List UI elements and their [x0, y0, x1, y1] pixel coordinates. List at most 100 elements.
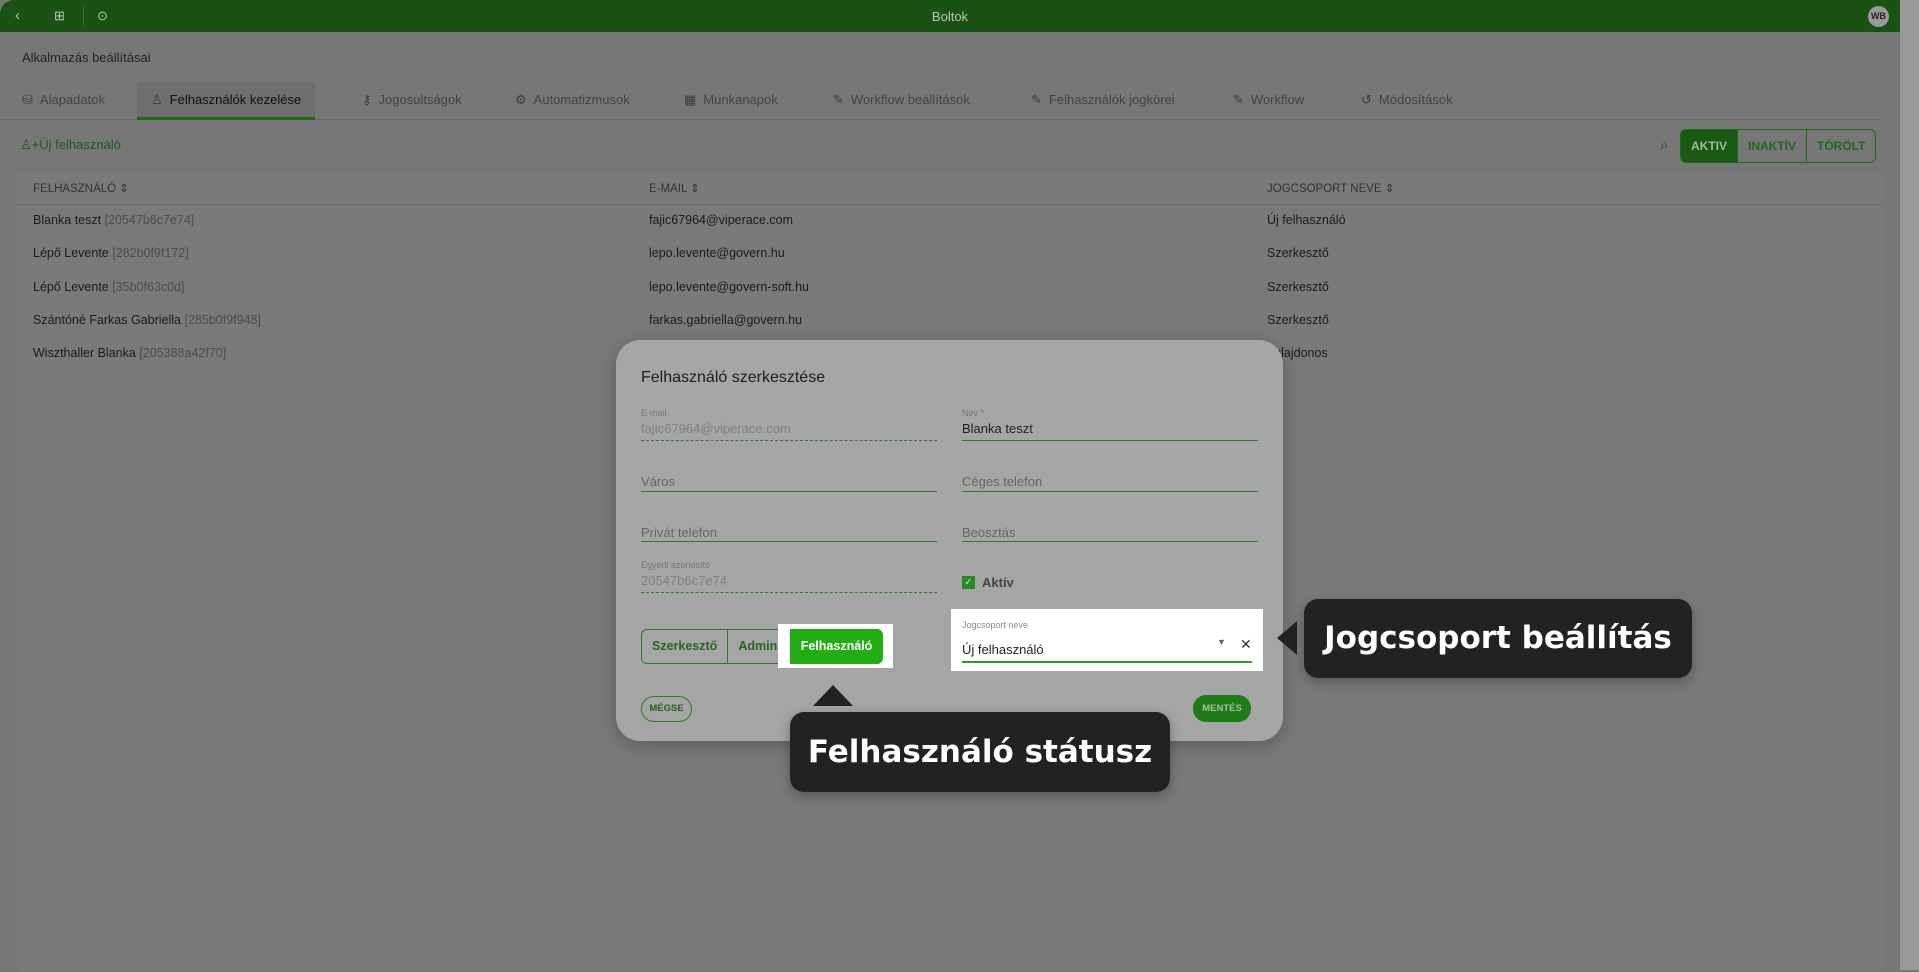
- callout-arrow: [1277, 621, 1297, 655]
- status-felhasznalo-button[interactable]: Felhasználó: [790, 629, 883, 664]
- user-name: Szántóné Farkas Gabriella: [33, 313, 181, 327]
- user-id: [285b0f9f948]: [184, 313, 261, 327]
- header-label: JOGCSOPORT NEVE: [1267, 183, 1382, 195]
- sort-icon: ⇕: [690, 183, 700, 195]
- sort-icon: ⇕: [1384, 183, 1395, 195]
- user-id: [282b0f9f172]: [112, 246, 189, 260]
- cell-email: lepo.levente@govern-soft.hu: [649, 280, 810, 294]
- user-name: Lépő Levente: [33, 280, 109, 294]
- tab-jogosultsagok[interactable]: ⚷ Jogosultságok: [362, 82, 462, 120]
- unique-id-label: Egyedi azonosító: [641, 560, 711, 570]
- user-id: [20547b6c7e74]: [104, 213, 195, 227]
- cell-user: Lépő Levente [35b0f63c0d]: [33, 280, 185, 294]
- cell-group: Szerkesztő: [1267, 280, 1329, 294]
- tab-felhasznalok-jogkorei[interactable]: ✎ Felhasználók jogkörei: [1031, 82, 1175, 120]
- cell-group: Szerkesztő: [1267, 246, 1329, 260]
- tab-label: Jogosultságok: [378, 92, 462, 107]
- dialog-title: Felhasználó szerkesztése: [641, 369, 826, 386]
- city-field[interactable]: Város: [641, 470, 937, 492]
- cell-user: Blanka teszt [20547b6c7e74]: [33, 213, 194, 227]
- unique-id-value: 20547b6c7e74: [641, 573, 728, 588]
- clear-icon[interactable]: ✕: [1240, 636, 1252, 653]
- cell-user: Wiszthaller Blanka [205388a42f70]: [33, 346, 226, 360]
- tab-modositasok[interactable]: ↺ Módosítások: [1361, 82, 1453, 120]
- user-name: Lépő Levente: [33, 246, 109, 260]
- name-label: Név *: [962, 408, 985, 418]
- group-value: Új felhasználó: [962, 642, 1044, 657]
- column-header-group[interactable]: JOGCSOPORT NEVE ⇕: [1267, 181, 1394, 195]
- status-filter: AKTIV INAKTÍV TÖRÖLT: [1680, 129, 1877, 163]
- search-icon[interactable]: ⌕: [1660, 137, 1668, 154]
- cell-user: Lépő Levente [282b0f9f172]: [33, 246, 189, 260]
- tab-label: Workflow: [1250, 92, 1305, 107]
- status-szerkeszto-button[interactable]: Szerkesztő: [642, 630, 729, 663]
- company-phone-field[interactable]: Céges telefon: [962, 470, 1258, 492]
- user-name: Blanka teszt: [33, 213, 102, 227]
- pencil-icon: ✎: [1031, 92, 1042, 107]
- callout-arrow: [813, 685, 853, 706]
- filter-aktiv[interactable]: AKTIV: [1681, 130, 1737, 162]
- cancel-button[interactable]: MÉGSE: [641, 696, 692, 722]
- tab-automatizmusok[interactable]: ⚙ Automatizmusok: [515, 82, 630, 120]
- filter-torolt[interactable]: TÖRÖLT: [1806, 130, 1875, 162]
- private-phone-placeholder: Privát telefon: [641, 525, 717, 540]
- table-row[interactable]: Blanka teszt [20547b6c7e74] fajic67964@v…: [16, 204, 1882, 237]
- tab-workflow[interactable]: ✎ Workflow: [1233, 82, 1304, 120]
- pencil-icon: ✎: [1233, 92, 1244, 107]
- column-header-email[interactable]: E-MAIL ⇕: [649, 181, 700, 195]
- filter-inaktiv[interactable]: INAKTÍV: [1737, 130, 1806, 162]
- table-row[interactable]: Lépő Levente [35b0f63c0d] lepo.levente@g…: [16, 271, 1882, 304]
- user-name: Wiszthaller Blanka: [33, 346, 136, 360]
- position-field[interactable]: Beosztás: [962, 521, 1258, 542]
- tab-label: Módosítások: [1378, 92, 1453, 107]
- save-button[interactable]: MENTÉS: [1193, 695, 1251, 722]
- tab-felhasznalok-kezelese[interactable]: ♙ Felhasználók kezelése: [137, 82, 316, 120]
- tab-alapadatok[interactable]: ⛁ Alapadatok: [22, 82, 105, 120]
- cell-email: farkas.gabriella@govern.hu: [649, 313, 803, 327]
- name-value: Blanka teszt: [962, 421, 1033, 436]
- user-id: [205388a42f70]: [139, 346, 227, 360]
- table-row[interactable]: Lépő Levente [282b0f9f172] lepo.levente@…: [16, 237, 1882, 270]
- tab-label: Felhasználók jogkörei: [1048, 92, 1175, 107]
- callout-user-status: Felhasználó státusz: [790, 712, 1170, 792]
- name-field[interactable]: Név * Blanka teszt: [962, 406, 1258, 441]
- tab-label: Workflow beállítások: [850, 92, 970, 107]
- email-field[interactable]: E-mail fajic67964@viperace.com: [641, 406, 937, 441]
- header-label: E-MAIL: [649, 183, 687, 195]
- active-checkbox[interactable]: ✓: [962, 576, 975, 589]
- group-select[interactable]: Jogcsoport neve Új felhasználó ▼ ✕: [951, 609, 1263, 671]
- database-icon: ⛁: [22, 92, 33, 107]
- scrollbar[interactable]: [1900, 0, 1919, 970]
- unique-id-field[interactable]: Egyedi azonosító 20547b6c7e74: [641, 558, 937, 593]
- tab-workflow-beallitasok[interactable]: ✎ Workflow beállítások: [833, 82, 970, 120]
- select-underline: [962, 661, 1252, 663]
- avatar[interactable]: WB: [1868, 6, 1889, 27]
- cell-group: Új felhasználó: [1267, 213, 1346, 227]
- user-id: [35b0f63c0d]: [112, 280, 185, 294]
- user-plus-icon: ♙+: [20, 137, 40, 152]
- top-bar: ‹ ⊞ ⊙ Boltok WB: [0, 0, 1900, 32]
- position-placeholder: Beosztás: [962, 525, 1016, 540]
- active-label: Aktív: [982, 575, 1014, 590]
- history-icon: ↺: [1361, 92, 1372, 107]
- tab-label: Alapadatok: [39, 92, 105, 107]
- new-user-label: Új felhasználó: [39, 137, 121, 152]
- new-user-button[interactable]: ♙+Új felhasználó: [20, 137, 121, 153]
- dropdown-caret-icon[interactable]: ▼: [1217, 637, 1226, 647]
- company-phone-placeholder: Céges telefon: [962, 474, 1043, 489]
- tab-munkanapok[interactable]: ▦ Munkanapok: [684, 82, 778, 120]
- tab-label: Felhasználók kezelése: [169, 92, 302, 107]
- pencil-icon: ✎: [833, 92, 844, 107]
- key-icon: ⚷: [362, 92, 372, 107]
- column-header-user[interactable]: FELHASZNÁLÓ ⇕: [33, 181, 129, 195]
- cell-email: fajic67964@viperace.com: [649, 213, 794, 227]
- sync-gear-icon: ⚙: [515, 92, 527, 107]
- group-label: Jogcsoport neve: [962, 620, 1029, 630]
- cell-email: lepo.levente@govern.hu: [649, 246, 785, 260]
- cell-user: Szántóné Farkas Gabriella [285b0f9f948]: [33, 313, 261, 327]
- calendar-icon: ▦: [684, 92, 697, 107]
- city-placeholder: Város: [641, 474, 675, 489]
- table-row[interactable]: Szántóné Farkas Gabriella [285b0f9f948] …: [16, 304, 1882, 337]
- private-phone-field[interactable]: Privát telefon: [641, 521, 937, 542]
- page-title: Alkalmazás beállításai: [22, 50, 151, 65]
